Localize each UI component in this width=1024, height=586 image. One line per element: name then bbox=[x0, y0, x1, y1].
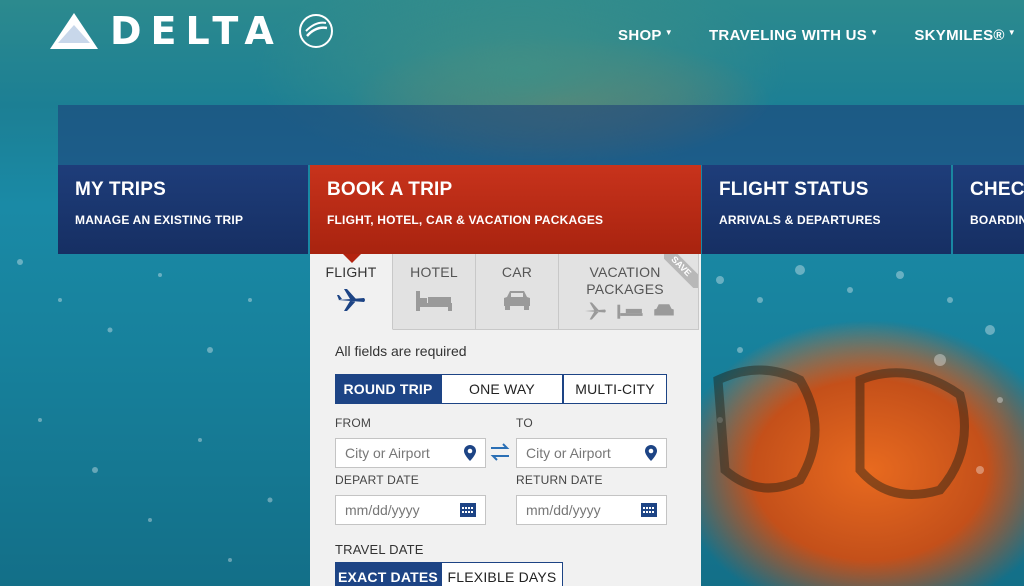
tab-flight[interactable]: FLIGHT bbox=[310, 254, 393, 330]
tile-subtitle: FLIGHT, HOTEL, CAR & VACATION PACKAGES bbox=[327, 213, 604, 227]
car-icon bbox=[504, 291, 530, 310]
active-tab-pointer bbox=[343, 254, 361, 263]
nav-shop-label: SHOP bbox=[618, 27, 662, 44]
nav-skymiles[interactable]: SKYMILES® ▼ bbox=[914, 27, 1016, 44]
tile-subtitle: ARRIVALS & DEPARTURES bbox=[719, 213, 881, 227]
caret-down-icon: ▼ bbox=[664, 28, 673, 37]
one-way-button[interactable]: ONE WAY bbox=[441, 374, 563, 404]
calendar-icon bbox=[460, 503, 476, 517]
calendar-icon bbox=[641, 503, 657, 517]
booking-tabs: FLIGHT HOTEL CAR VACATION PACKAGES SAVE bbox=[310, 254, 701, 330]
tab-car[interactable]: CAR bbox=[476, 254, 559, 330]
required-note: All fields are required bbox=[335, 343, 467, 359]
tile-flight-status[interactable]: FLIGHT STATUS ARRIVALS & DEPARTURES bbox=[702, 165, 951, 254]
location-pin-icon bbox=[464, 445, 476, 461]
save-badge: SAVE bbox=[664, 254, 698, 288]
depart-date-field[interactable]: mm/dd/yyyy bbox=[335, 495, 486, 525]
tile-book-a-trip[interactable]: BOOK A TRIP FLIGHT, HOTEL, CAR & VACATIO… bbox=[310, 165, 701, 254]
nav-traveling-with-us[interactable]: TRAVELING WITH US ▼ bbox=[709, 27, 878, 44]
nav-shop[interactable]: SHOP ▼ bbox=[618, 27, 673, 44]
tile-subtitle: BOARDIN bbox=[970, 213, 1024, 227]
delta-widget-icon bbox=[50, 13, 98, 49]
tile-subtitle: MANAGE AN EXISTING TRIP bbox=[75, 213, 244, 227]
tab-label: VACATION PACKAGES bbox=[586, 264, 664, 297]
return-date-field[interactable]: mm/dd/yyyy bbox=[516, 495, 667, 525]
travel-date-label: TRAVEL DATE bbox=[335, 542, 424, 557]
airplane-icon bbox=[337, 289, 365, 311]
to-field[interactable]: City or Airport bbox=[516, 438, 667, 468]
tile-title: FLIGHT STATUS bbox=[719, 179, 869, 200]
flexible-days-button[interactable]: FLEXIBLE DAYS bbox=[441, 562, 563, 586]
tab-label: HOTEL bbox=[410, 264, 458, 280]
tab-vacation-packages[interactable]: VACATION PACKAGES SAVE bbox=[559, 254, 699, 330]
tile-check-in[interactable]: CHECK BOARDIN bbox=[953, 165, 1024, 254]
return-date-label: RETURN DATE bbox=[516, 473, 603, 487]
to-label: TO bbox=[516, 416, 533, 430]
from-field[interactable]: City or Airport bbox=[335, 438, 486, 468]
skyteam-icon bbox=[298, 14, 333, 48]
airplane-icon bbox=[584, 302, 606, 320]
tile-title: CHECK bbox=[970, 179, 1024, 200]
to-placeholder: City or Airport bbox=[526, 445, 611, 461]
booking-panel: FLIGHT HOTEL CAR VACATION PACKAGES SAVE … bbox=[310, 254, 701, 586]
car-icon bbox=[653, 304, 674, 316]
nav-traveling-label: TRAVELING WITH US bbox=[708, 27, 868, 44]
brand-name: DELTA bbox=[110, 9, 283, 53]
exact-dates-button[interactable]: EXACT DATES bbox=[335, 562, 441, 586]
tile-my-trips[interactable]: MY TRIPS MANAGE AN EXISTING TRIP bbox=[58, 165, 308, 254]
tab-label: FLIGHT bbox=[325, 264, 377, 280]
caret-down-icon: ▼ bbox=[870, 28, 879, 37]
return-placeholder: mm/dd/yyyy bbox=[526, 502, 601, 518]
tab-hotel[interactable]: HOTEL bbox=[393, 254, 476, 330]
from-label: FROM bbox=[335, 416, 372, 430]
caret-down-icon: ▼ bbox=[1007, 28, 1016, 37]
round-trip-button[interactable]: ROUND TRIP bbox=[335, 374, 441, 404]
depart-date-label: DEPART DATE bbox=[335, 473, 419, 487]
tile-title: BOOK A TRIP bbox=[327, 179, 453, 200]
save-badge-label: SAVE bbox=[664, 254, 698, 288]
delta-logo[interactable]: DELTA bbox=[50, 12, 335, 50]
depart-placeholder: mm/dd/yyyy bbox=[345, 502, 420, 518]
bed-icon bbox=[416, 291, 452, 311]
top-navigation: SHOP ▼ TRAVELING WITH US ▼ SKYMILES® ▼ bbox=[618, 27, 1016, 44]
multi-city-button[interactable]: MULTI-CITY bbox=[563, 374, 667, 404]
bed-icon bbox=[616, 304, 643, 319]
nav-skymiles-label: SKYMILES® bbox=[914, 27, 1005, 44]
from-placeholder: City or Airport bbox=[345, 445, 430, 461]
header-band bbox=[58, 105, 1024, 165]
tab-label: CAR bbox=[501, 264, 533, 280]
tile-title: MY TRIPS bbox=[75, 179, 166, 200]
location-pin-icon bbox=[645, 445, 657, 461]
swap-arrows-icon[interactable] bbox=[489, 442, 511, 462]
